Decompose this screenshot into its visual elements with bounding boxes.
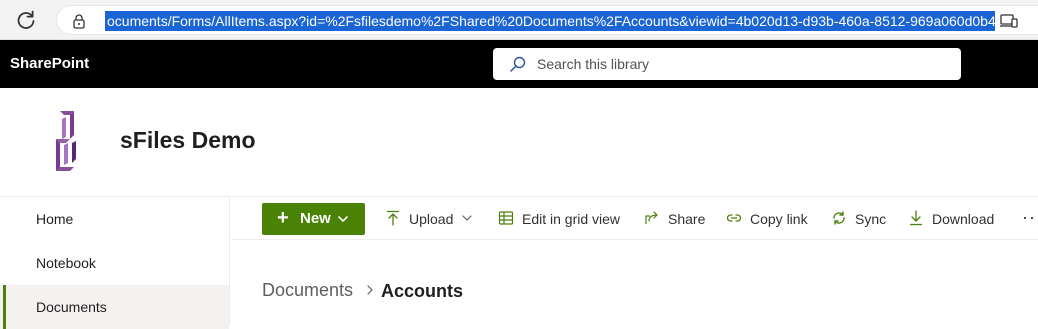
download-label: Download	[932, 211, 995, 227]
breadcrumb-accounts: Accounts	[381, 281, 464, 301]
share-button[interactable]: Share	[644, 197, 706, 241]
upload-button[interactable]: Upload	[385, 197, 475, 241]
edit-grid-view-button[interactable]: Edit in grid view	[498, 197, 623, 241]
url-text[interactable]: ocuments/Forms/AllItems.aspx?id=%2Fsfile…	[105, 11, 995, 31]
left-navigation: Home Notebook Documents	[0, 196, 230, 329]
reload-icon[interactable]	[14, 8, 38, 32]
nav-item-label: Home	[36, 211, 74, 227]
search-input[interactable]: Search this library	[537, 48, 649, 80]
search-icon	[510, 56, 526, 72]
chevron-right-icon	[367, 285, 373, 295]
copy-link-button[interactable]: Copy link	[726, 197, 811, 241]
app-title[interactable]: SharePoint	[10, 40, 89, 88]
more-options-icon[interactable]: ···	[1022, 197, 1038, 237]
grid-icon	[498, 211, 514, 225]
share-label: Share	[668, 211, 706, 227]
copy-link-label: Copy link	[750, 211, 808, 227]
chevron-down-icon	[462, 215, 472, 221]
upload-label: Upload	[409, 211, 454, 227]
download-button[interactable]: Download	[908, 197, 1000, 241]
new-button-label: New	[300, 210, 331, 227]
browser-toolbar: ocuments/Forms/AllItems.aspx?id=%2Fsfile…	[0, 0, 1038, 40]
chevron-down-icon	[338, 216, 348, 222]
upload-icon	[387, 210, 399, 226]
command-bar: + New Upload Edit in grid view Share Cop…	[231, 196, 1038, 240]
device-icon[interactable]	[1000, 13, 1018, 29]
sfiles-logo-icon[interactable]	[50, 109, 82, 175]
sync-icon	[833, 211, 845, 225]
edit-grid-label: Edit in grid view	[522, 211, 621, 227]
breadcrumb-documents[interactable]: Documents	[262, 280, 353, 301]
plus-icon: +	[277, 207, 289, 229]
nav-item-documents[interactable]: Documents	[0, 285, 229, 329]
search-box[interactable]: Search this library	[493, 48, 961, 80]
share-icon	[645, 211, 658, 224]
address-bar[interactable]: ocuments/Forms/AllItems.aspx?id=%2Fsfile…	[56, 5, 1038, 35]
nav-item-label: Notebook	[36, 255, 96, 271]
download-icon	[910, 210, 922, 226]
sync-label: Sync	[855, 211, 887, 227]
suite-bar: SharePoint Search this library	[0, 40, 1038, 88]
nav-item-home[interactable]: Home	[0, 197, 229, 241]
link-icon	[726, 214, 742, 222]
nav-item-label: Documents	[36, 299, 107, 315]
nav-item-notebook[interactable]: Notebook	[0, 241, 229, 285]
new-button[interactable]: + New	[262, 203, 365, 235]
sync-button[interactable]: Sync	[831, 197, 887, 241]
site-title[interactable]: sFiles Demo	[120, 127, 256, 154]
lock-icon[interactable]	[71, 13, 87, 29]
